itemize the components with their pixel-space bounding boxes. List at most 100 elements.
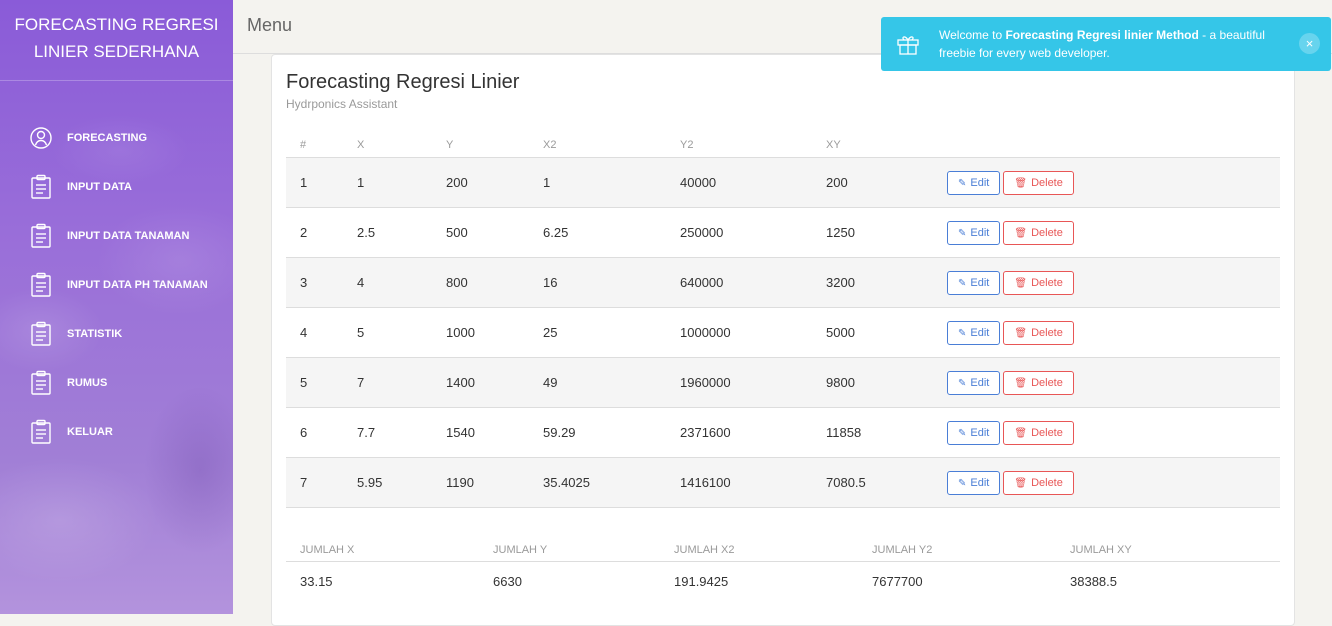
- table-cell: 1400: [432, 357, 529, 408]
- sidebar-item-label: STATISTIK: [67, 328, 123, 340]
- edit-button[interactable]: ✎ Edit: [947, 370, 1001, 395]
- forecast-card: Forecasting Regresi Linier Hydrponics As…: [271, 54, 1295, 626]
- table-cell: 500: [432, 207, 529, 258]
- table-row: 2 2.5 500 6.25 250000 1250 ✎ Edit 🗑 Delete: [286, 207, 1280, 258]
- table-cell: 6: [286, 407, 343, 458]
- trash-icon: 🗑: [1014, 377, 1028, 389]
- column-header: Y2: [666, 133, 812, 158]
- table-row: 1 1 200 1 40000 200 ✎ Edit 🗑 Delete: [286, 157, 1280, 208]
- table-cell: 640000: [666, 257, 812, 308]
- close-button[interactable]: ×: [1299, 33, 1320, 54]
- edit-label: Edit: [970, 276, 990, 289]
- table-cell: 6.25: [529, 207, 666, 258]
- delete-button[interactable]: 🗑 Delete: [1003, 370, 1074, 395]
- table-cell: 1: [343, 157, 432, 208]
- summary-header: JUMLAH XY: [1056, 539, 1280, 562]
- edit-icon: ✎: [958, 177, 967, 189]
- column-header: X2: [529, 133, 666, 158]
- edit-button[interactable]: ✎ Edit: [947, 170, 1001, 195]
- trash-icon: 🗑: [1014, 327, 1028, 339]
- delete-button[interactable]: 🗑 Delete: [1003, 420, 1074, 445]
- edit-icon: ✎: [958, 227, 967, 239]
- table-cell: 1416100: [666, 457, 812, 508]
- sidebar-item-rumus[interactable]: RUMUS: [26, 368, 107, 398]
- edit-button[interactable]: ✎ Edit: [947, 420, 1001, 445]
- sidebar-item-forecasting[interactable]: FORECASTING: [26, 123, 147, 153]
- edit-icon: ✎: [958, 277, 967, 289]
- table-cell: 1540: [432, 407, 529, 458]
- card-subtitle: Hydrponics Assistant: [286, 97, 398, 111]
- delete-button[interactable]: 🗑 Delete: [1003, 170, 1074, 195]
- edit-button[interactable]: ✎ Edit: [947, 220, 1001, 245]
- table-cell: 1: [529, 157, 666, 208]
- delete-button[interactable]: 🗑 Delete: [1003, 270, 1074, 295]
- table-cell: 7: [343, 357, 432, 408]
- table-cell: 1250: [812, 207, 933, 258]
- table-row: 6 7.7 1540 59.29 2371600 11858 ✎ Edit 🗑 Delete: [286, 407, 1280, 458]
- navbar-title[interactable]: Menu: [247, 15, 292, 36]
- clipboard-icon: [26, 221, 56, 251]
- clipboard-icon: [26, 368, 56, 398]
- table-cell: 40000: [666, 157, 812, 208]
- table-cell: 9800: [812, 357, 933, 408]
- sidebar-item-statistik[interactable]: STATISTIK: [26, 319, 122, 349]
- edit-icon: ✎: [958, 327, 967, 339]
- row-actions: ✎ Edit 🗑 Delete: [933, 307, 1280, 358]
- card-title: Forecasting Regresi Linier: [286, 71, 520, 93]
- row-actions: ✎ Edit 🗑 Delete: [933, 357, 1280, 408]
- delete-label: Delete: [1031, 476, 1063, 489]
- delete-button[interactable]: 🗑 Delete: [1003, 220, 1074, 245]
- delete-label: Delete: [1031, 426, 1063, 439]
- table-cell: 1190: [432, 457, 529, 508]
- table-cell: 5000: [812, 307, 933, 358]
- edit-button[interactable]: ✎ Edit: [947, 470, 1001, 495]
- table-cell: 2: [286, 207, 343, 258]
- brand-title[interactable]: FORECASTING REGRESI LINIER SEDERHANA: [0, 0, 233, 81]
- edit-button[interactable]: ✎ Edit: [947, 320, 1001, 345]
- clipboard-icon: [26, 319, 56, 349]
- summary-header: JUMLAH X2: [660, 539, 858, 562]
- table-cell: 25: [529, 307, 666, 358]
- table-cell: 3: [286, 257, 343, 308]
- delete-label: Delete: [1031, 326, 1063, 339]
- table-cell: 7.7: [343, 407, 432, 458]
- delete-button[interactable]: 🗑 Delete: [1003, 320, 1074, 345]
- edit-button[interactable]: ✎ Edit: [947, 270, 1001, 295]
- sidebar-item-keluar[interactable]: KELUAR: [26, 417, 113, 447]
- column-header-actions: [933, 133, 1280, 158]
- table-row: 7 5.95 1190 35.4025 1416100 7080.5 ✎ Edit 🗑 Delet…: [286, 457, 1280, 508]
- table-cell: 800: [432, 257, 529, 308]
- edit-icon: ✎: [958, 477, 967, 489]
- edit-label: Edit: [970, 376, 990, 389]
- table-row: 3 4 800 16 640000 3200 ✎ Edit 🗑 Delete: [286, 257, 1280, 308]
- table-cell: 11858: [812, 407, 933, 458]
- sidebar-item-input-data-tanaman[interactable]: INPUT DATA TANAMAN: [26, 221, 189, 251]
- row-actions: ✎ Edit 🗑 Delete: [933, 157, 1280, 208]
- trash-icon: 🗑: [1014, 227, 1028, 239]
- table-cell: 2371600: [666, 407, 812, 458]
- summary-value: 6630: [493, 573, 522, 589]
- delete-label: Delete: [1031, 226, 1063, 239]
- edit-label: Edit: [970, 176, 990, 189]
- trash-icon: 🗑: [1014, 427, 1028, 439]
- sidebar-item-input-data-ph-tanaman[interactable]: INPUT DATA PH TANAMAN: [26, 270, 208, 300]
- table-cell: 2.5: [343, 207, 432, 258]
- delete-button[interactable]: 🗑 Delete: [1003, 470, 1074, 495]
- table-cell: 1000000: [666, 307, 812, 358]
- edit-label: Edit: [970, 476, 990, 489]
- summary-row: 33.15 6630 191.9425 7677700 38388.5: [286, 562, 1280, 601]
- table-cell: 200: [812, 157, 933, 208]
- table-row: 4 5 1000 25 1000000 5000 ✎ Edit 🗑 Delete: [286, 307, 1280, 358]
- table-cell: 7: [286, 457, 343, 508]
- summary-value: 38388.5: [1070, 573, 1117, 589]
- table-cell: 16: [529, 257, 666, 308]
- delete-label: Delete: [1031, 276, 1063, 289]
- notification-message: Welcome to Forecasting Regresi linier Me…: [939, 26, 1289, 62]
- table-row: 5 7 1400 49 1960000 9800 ✎ Edit 🗑 Delete: [286, 357, 1280, 408]
- summary-value: 191.9425: [674, 573, 729, 589]
- row-actions: ✎ Edit 🗑 Delete: [933, 207, 1280, 258]
- table-cell: 1: [286, 157, 343, 208]
- table-cell: 7080.5: [812, 457, 933, 508]
- sidebar-item-input-data[interactable]: INPUT DATA: [26, 172, 132, 202]
- summary-value: 33.15: [300, 573, 333, 589]
